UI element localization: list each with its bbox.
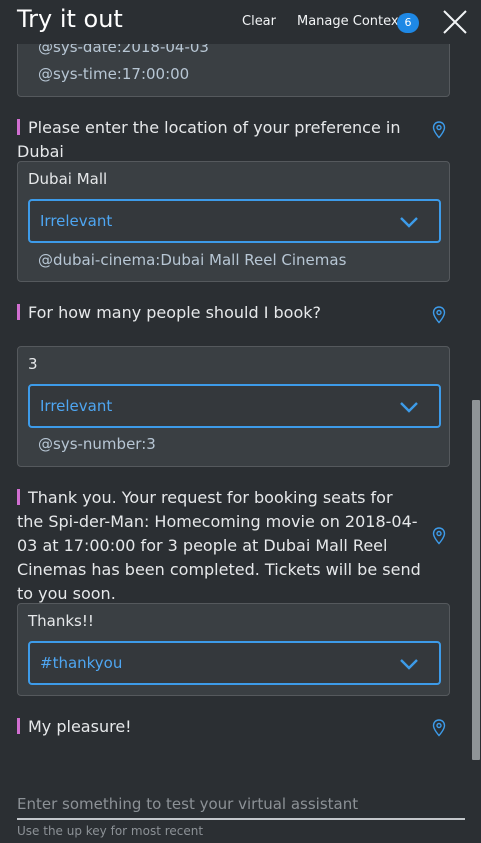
bot-message-text: Please enter the location of your prefer… <box>17 118 401 161</box>
user-input-text: 3 <box>28 355 38 373</box>
location-pin-icon[interactable] <box>432 527 446 545</box>
bot-message-text: Thank you. Your request for booking seat… <box>17 488 421 603</box>
bot-message-bar <box>17 489 20 505</box>
bot-message-bar <box>17 304 20 320</box>
location-pin-icon[interactable] <box>432 719 446 737</box>
chevron-down-icon <box>400 659 418 670</box>
user-input-card: Thanks!! #thankyou <box>17 603 450 696</box>
bot-message: Please enter the location of your prefer… <box>17 116 417 164</box>
user-input-text: Thanks!! <box>28 612 94 630</box>
chat-scroll-area[interactable]: @sys-date:2018-04-03 @sys-time:17:00:00 … <box>0 0 481 780</box>
bot-message-bar <box>17 119 20 135</box>
close-icon[interactable] <box>441 8 469 36</box>
panel-title: Try it out <box>17 5 123 33</box>
entity-line: @sys-time:17:00:00 <box>38 65 190 83</box>
bot-message-text: My pleasure! <box>28 717 132 736</box>
bot-message: My pleasure! <box>17 715 417 739</box>
input-hint: Use the up key for most recent <box>17 824 204 838</box>
bot-message: For how many people should I book? <box>17 301 417 325</box>
intent-dropdown[interactable]: #thankyou <box>28 641 441 685</box>
intent-dropdown-value: Irrelevant <box>40 397 113 415</box>
user-input-text: Dubai Mall <box>28 170 108 188</box>
chevron-down-icon <box>400 217 418 228</box>
manage-context-button[interactable]: Manage Context <box>297 14 404 29</box>
bot-message: Thank you. Your request for booking seat… <box>17 486 422 606</box>
user-input-card: Dubai Mall Irrelevant @dubai-cinema:Duba… <box>17 161 450 282</box>
bot-message-bar <box>17 718 20 734</box>
panel-header: Try it out Clear Manage Context 6 <box>0 0 481 44</box>
entity-line: @sys-number:3 <box>38 435 156 453</box>
intent-dropdown-value: #thankyou <box>40 654 123 672</box>
clear-button[interactable]: Clear <box>242 14 276 29</box>
chevron-down-icon <box>400 402 418 413</box>
user-input-card: 3 Irrelevant @sys-number:3 <box>17 346 450 467</box>
location-pin-icon[interactable] <box>432 121 446 139</box>
bot-message-text: For how many people should I book? <box>28 303 321 322</box>
scrollbar-thumb[interactable] <box>472 400 480 760</box>
location-pin-icon[interactable] <box>432 306 446 324</box>
intent-dropdown[interactable]: Irrelevant <box>28 199 441 243</box>
entity-line: @dubai-cinema:Dubai Mall Reel Cinemas <box>38 251 347 269</box>
intent-dropdown-value: Irrelevant <box>40 212 113 230</box>
context-count-badge[interactable]: 6 <box>397 13 419 33</box>
intent-dropdown[interactable]: Irrelevant <box>28 384 441 428</box>
test-assistant-input[interactable] <box>17 790 465 820</box>
try-it-out-panel: @sys-date:2018-04-03 @sys-time:17:00:00 … <box>0 0 481 843</box>
